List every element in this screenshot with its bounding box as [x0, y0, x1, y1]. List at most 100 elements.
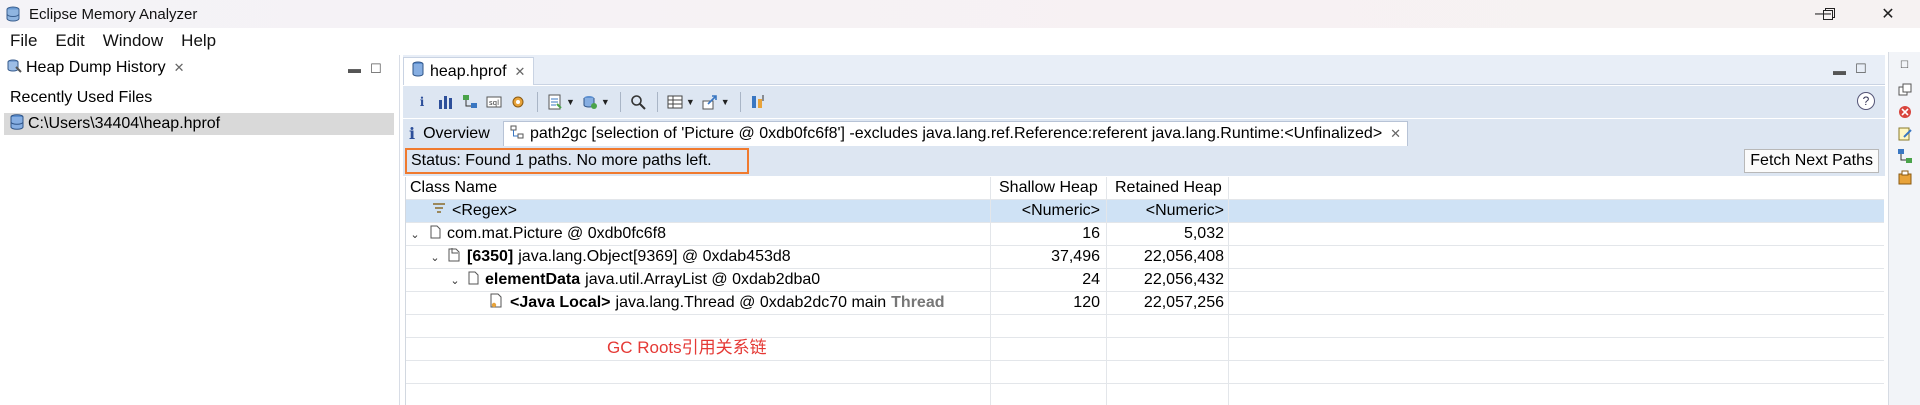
path-icon	[510, 125, 524, 144]
database-icon	[5, 6, 21, 22]
notes-icon[interactable]	[1897, 126, 1913, 142]
object-icon	[430, 225, 441, 244]
tab-label: Heap Dump History	[26, 59, 166, 76]
shallow-heap-value: 16	[990, 223, 1106, 245]
gc-root-icon	[490, 293, 504, 313]
heap-dump-history-panel: Heap Dump History ✕ ▬ ☐ Recently Used Fi…	[0, 55, 400, 405]
maximize-editor-icon[interactable]: ☐	[1855, 61, 1867, 77]
numeric-filter-shallow[interactable]: <Numeric>	[990, 200, 1106, 222]
editor-tab-row: heap.hprof ✕ ▬ ☐	[403, 55, 1885, 85]
numeric-filter-retained[interactable]: <Numeric>	[1106, 200, 1228, 222]
minimize-editor-icon[interactable]: ▬	[1833, 63, 1846, 78]
status-bar: Status: Found 1 paths. No more paths lef…	[403, 146, 1885, 176]
table-header: Class Name Shallow Heap Retained Heap	[406, 177, 1884, 200]
toolbar: i sql ▼ ▼ ▼ ▼ ?	[403, 86, 1885, 118]
retained-heap-value: 22,057,256	[1106, 292, 1228, 314]
column-header-class-name[interactable]: Class Name	[406, 177, 990, 199]
menu-bar: File Edit Window Help	[0, 28, 1920, 54]
column-header-retained-heap[interactable]: Retained Heap	[1106, 177, 1228, 199]
report-icon[interactable]	[544, 91, 566, 113]
export-icon[interactable]	[699, 91, 721, 113]
restore-icon[interactable]	[1897, 82, 1913, 98]
maximize-button[interactable]	[1806, 0, 1852, 28]
minimize-view-icon[interactable]: ▬	[348, 61, 361, 76]
error-log-icon[interactable]	[1897, 104, 1913, 120]
file-path: C:\Users\34404\heap.hprof	[28, 115, 221, 132]
window-title: Eclipse Memory Analyzer	[29, 5, 198, 23]
tab-label: heap.hprof	[430, 62, 507, 80]
title-bar: Eclipse Memory Analyzer — ✕	[0, 0, 1920, 28]
field-reference: <Java Local>	[510, 294, 611, 311]
maximize-view-icon[interactable]: ☐	[370, 61, 382, 77]
tab-path2gc[interactable]: path2gc [selection of 'Picture @ 0xdb0fc…	[503, 121, 1409, 146]
shallow-heap-value: 120	[990, 292, 1106, 314]
info-icon: i	[409, 124, 416, 143]
database-icon	[10, 113, 24, 135]
dominator-tree-icon[interactable]	[459, 91, 481, 113]
navigation-icon[interactable]	[1897, 148, 1913, 164]
tab-heap-dump-history[interactable]: Heap Dump History ✕	[0, 55, 191, 83]
fetch-next-paths-button[interactable]: Fetch Next Paths	[1744, 149, 1879, 173]
result-tabs: i Overview path2gc [selection of 'Pictur…	[403, 119, 1885, 146]
class-name: com.mat.Picture @ 0xdb0fc6f8	[447, 225, 666, 242]
menu-window[interactable]: Window	[103, 31, 163, 51]
tab-label: path2gc [selection of 'Picture @ 0xdb0fc…	[530, 125, 1383, 142]
class-name: java.util.ArrayList @ 0xdab2dba0	[585, 271, 821, 288]
database-icon	[412, 61, 424, 82]
field-reference: [6350]	[467, 248, 514, 265]
array-object-icon	[448, 247, 461, 267]
regex-filter-input[interactable]: <Regex>	[452, 202, 517, 220]
class-name: java.lang.Object[9369] @ 0xdab453d8	[518, 248, 791, 265]
filter-icon	[432, 202, 446, 221]
right-trim-bar: ☐	[1888, 52, 1920, 405]
histogram-icon[interactable]	[435, 91, 457, 113]
list-item[interactable]: C:\Users\34404\heap.hprof	[4, 113, 394, 135]
shallow-heap-value: 24	[990, 269, 1106, 291]
close-icon[interactable]: ✕	[174, 60, 185, 76]
menu-edit[interactable]: Edit	[55, 31, 84, 51]
close-icon[interactable]: ✕	[1390, 126, 1401, 142]
menu-help[interactable]: Help	[181, 31, 216, 51]
heap-objects-icon[interactable]	[579, 91, 601, 113]
tab-label: Overview	[423, 124, 490, 142]
oql-icon[interactable]: sql	[483, 91, 505, 113]
tab-overview[interactable]: i Overview	[403, 121, 496, 146]
menu-file[interactable]: File	[10, 31, 37, 51]
chevron-down-icon[interactable]: ▼	[601, 97, 610, 107]
calculate-retained-icon[interactable]	[747, 91, 769, 113]
recently-used-heading: Recently Used Files	[10, 89, 153, 106]
status-text: Status: Found 1 paths. No more paths lef…	[405, 148, 749, 174]
close-icon[interactable]: ✕	[515, 64, 526, 80]
chevron-down-icon[interactable]: ▼	[721, 97, 730, 107]
chevron-down-icon[interactable]: ⌄	[428, 251, 442, 264]
help-icon[interactable]: ?	[1857, 92, 1875, 110]
close-button[interactable]: ✕	[1865, 0, 1911, 28]
filter-row[interactable]: <Regex> <Numeric> <Numeric>	[406, 200, 1884, 223]
table-row[interactable]: <Java Local> java.lang.Thread @ 0xdab2dc…	[406, 292, 1884, 315]
table-row[interactable]: ⌄ elementData java.util.ArrayList @ 0xda…	[406, 269, 1884, 292]
thread-suffix: Thread	[891, 294, 945, 311]
table-icon[interactable]	[664, 91, 686, 113]
annotation-label: GC Roots引用关系链	[607, 338, 767, 357]
maximize-trim-icon[interactable]: ☐	[1897, 60, 1913, 76]
table-row[interactable]: ⌄ com.mat.Picture @ 0xdb0fc6f8 16 5,032	[406, 223, 1884, 246]
retained-heap-value: 22,056,408	[1106, 246, 1228, 268]
shallow-heap-value: 37,496	[990, 246, 1106, 268]
retained-heap-value: 22,056,432	[1106, 269, 1228, 291]
info-icon[interactable]: i	[411, 91, 433, 113]
chevron-down-icon[interactable]: ▼	[686, 97, 695, 107]
column-header-shallow-heap[interactable]: Shallow Heap	[990, 177, 1106, 199]
retained-heap-value: 5,032	[1106, 223, 1228, 245]
results-table: Class Name Shallow Heap Retained Heap <R…	[405, 177, 1884, 405]
chevron-down-icon[interactable]: ▼	[566, 97, 575, 107]
gear-icon[interactable]	[507, 91, 529, 113]
chevron-down-icon[interactable]: ⌄	[408, 228, 422, 241]
history-icon	[6, 58, 22, 79]
object-icon	[468, 271, 479, 290]
class-name: java.lang.Thread @ 0xdab2dc70 main	[615, 294, 887, 311]
tab-heap-hprof[interactable]: heap.hprof ✕	[403, 57, 535, 85]
search-icon[interactable]	[627, 91, 649, 113]
inspector-icon[interactable]	[1897, 170, 1913, 186]
chevron-down-icon[interactable]: ⌄	[448, 274, 462, 287]
table-row[interactable]: ⌄ [6350] java.lang.Object[9369] @ 0xdab4…	[406, 246, 1884, 269]
